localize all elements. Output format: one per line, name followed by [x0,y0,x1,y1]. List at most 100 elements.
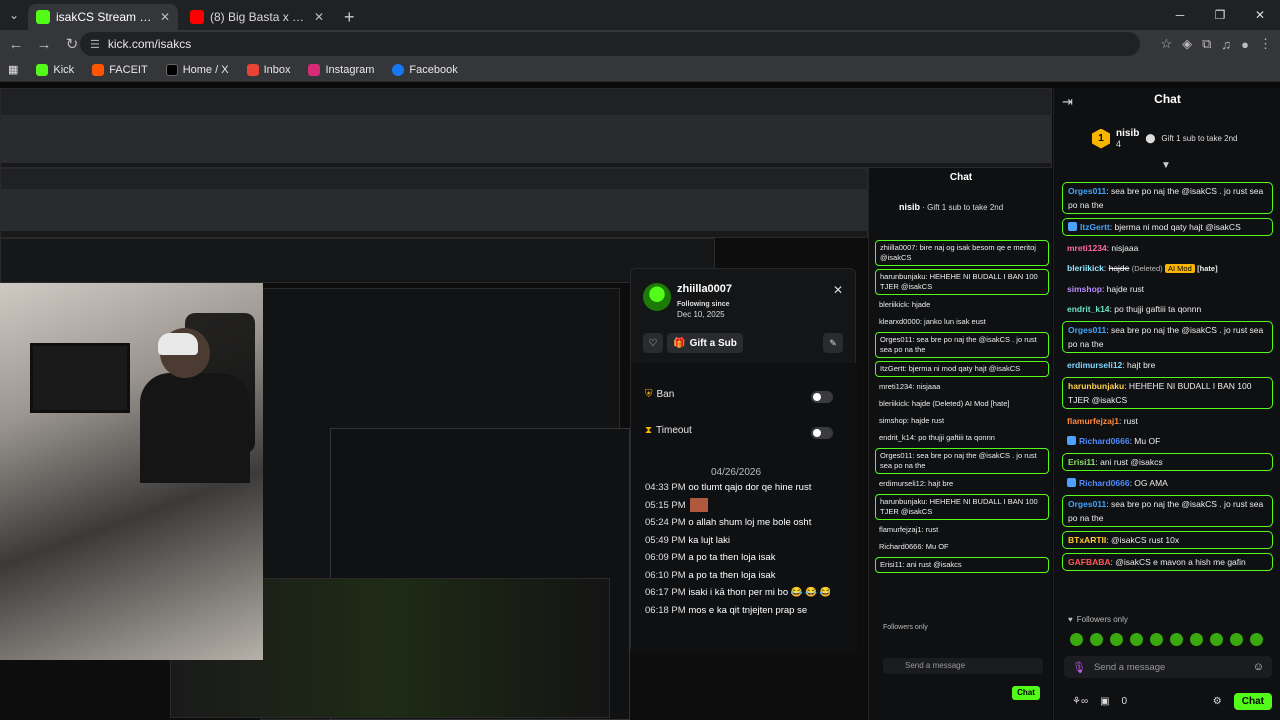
close-window-icon[interactable]: ✕ [1240,0,1280,30]
emote-icon[interactable] [1230,633,1243,646]
apps-grid-icon[interactable]: ▦ [8,63,18,76]
emote-icon[interactable] [1210,633,1223,646]
extensions-puzzle-icon[interactable]: ⧉ [1202,36,1211,52]
emoji-icon[interactable]: ☺ [1253,661,1264,673]
chat-message: erdimurseli12: hajt bre [1062,357,1273,373]
chat-username[interactable]: Richard0666 [1079,478,1130,488]
nested-browser-frame-3 [0,238,715,283]
pinned-count: 4 [1116,139,1122,149]
chat-username[interactable]: Orges011 [1068,325,1106,335]
avatar [643,283,671,311]
emote-icon[interactable] [1250,633,1263,646]
gift-icon: ⬤ [1145,133,1156,143]
nested-followers-only: Followers only [883,624,928,631]
mic-icon[interactable]: 🎙 [1072,661,1086,674]
menu-icon[interactable]: ⋮ [1259,36,1272,52]
bookmark-instagram[interactable]: Instagram [308,63,374,76]
chat-username[interactable]: bleriikick [1067,263,1104,273]
points-icon[interactable]: ⚘∞ [1072,696,1088,707]
emote-bar [1070,633,1263,646]
gift-sub-button[interactable]: 🎁 Gift a Sub [667,333,743,353]
bookmark-faceit[interactable]: FACEIT [92,63,148,76]
nested-chat-message: erdimurseli12: hajt bre [879,479,954,488]
emote-icon[interactable] [1130,633,1143,646]
emote-icon[interactable] [1150,633,1163,646]
chat-input-placeholder: Send a message [1093,661,1166,673]
tab-search-icon[interactable]: ⌄ [0,0,28,30]
nested-chat-button[interactable]: Chat [1012,686,1040,700]
scroll-down-icon[interactable]: ▼ [1161,160,1171,171]
chat-username[interactable]: Orges011 [1068,499,1106,509]
bookmark-star-icon[interactable]: ☆ [1160,36,1172,52]
emote-icon[interactable] [1190,633,1203,646]
bookmark-kick[interactable]: Kick [36,63,74,76]
bookmark-x[interactable]: Home / X [165,63,229,76]
profile-icon[interactable]: ● [1241,37,1249,52]
send-chat-button[interactable]: Chat [1233,692,1272,710]
site-info-icon[interactable]: ☰ [90,38,100,51]
ban-toggle[interactable] [811,391,833,403]
chat-username[interactable]: flamurfejzaj1 [1067,416,1119,426]
emote-icon[interactable] [1070,633,1083,646]
chat-username[interactable]: Orges011 [1068,186,1106,196]
chat-username[interactable]: endrit_k14 [1067,304,1110,314]
kick-icon [36,10,50,24]
chat-text: : @isakCS rust 10x [1106,535,1180,545]
close-tab-icon[interactable]: ✕ [314,10,324,24]
back-icon[interactable]: ← [4,32,28,56]
nested-chat-input[interactable]: Send a message [883,658,1043,674]
close-icon[interactable]: ✕ [833,283,843,297]
emote-icon[interactable] [1170,633,1183,646]
nested-chat-message: Orges011: sea bre po naj the @isakCS . j… [875,332,1049,358]
user-badge-icon [1068,222,1077,231]
close-tab-icon[interactable]: ✕ [160,10,170,24]
chat-text: : @isakCS e mavon a hish me gafin [1110,557,1246,567]
chat-username[interactable]: harunbunjaku [1068,381,1124,391]
emote-icon[interactable] [1110,633,1123,646]
extension-icon[interactable]: ◈ [1182,36,1192,52]
tab-title: (8) Big Basta x Lyrical Son x MC [210,10,308,24]
heart-icon[interactable]: ♡ [643,333,663,353]
emote-icon[interactable] [1090,633,1103,646]
tab-kick-stream[interactable]: isakCS Stream - Watch Live on Kick ✕ [28,4,178,30]
chat-username[interactable]: ItzGertt [1080,222,1110,232]
log-text: mos e ka qit tnjejten prap se [688,604,808,616]
chat-username[interactable]: simshop [1067,284,1102,294]
bookmark-gmail[interactable]: Inbox [246,63,290,76]
log-line: 06:18 PM mos e ka qit tnjejten prap se [645,602,830,620]
forward-icon[interactable]: → [32,32,56,56]
window-controls: ─ ❐ ✕ [1160,0,1280,30]
chat-username[interactable]: erdimurseli12 [1067,360,1122,370]
chat-footer: ⚘∞ ▣ 0 ⚙ Chat [1072,691,1272,711]
log-line: 06:10 PM a po ta then loja isak [645,567,830,585]
new-tab-button[interactable]: + [336,4,363,30]
nested-chat-message: Richard0666: Mu OF [879,542,949,551]
pinned-gifter[interactable]: 1 nisib 4 ⬤ Gift 1 sub to take 2nd [1092,128,1237,149]
chat-username[interactable]: mreti1234 [1067,243,1107,253]
chat-username[interactable]: Erisi11 [1068,457,1095,467]
chat-panel: ⇥ Chat 1 nisib 4 ⬤ Gift 1 sub to take 2n… [1053,88,1280,720]
pinned-user: nisib [899,202,921,212]
chat-username[interactable]: BTxARTII [1068,535,1106,545]
address-bar[interactable]: ☰ kick.com/isakcs [80,32,1140,56]
chat-username[interactable]: Richard0666 [1079,436,1130,446]
nested-message-list: zhiilla0007: bire naj og isak besom qe e… [875,240,1049,576]
nested-chat-message: klearxd0000: janko lun isak eust [879,317,986,326]
media-icon[interactable]: ♫ [1221,37,1231,52]
log-time: 06:17 PM [645,587,686,598]
mic-icon[interactable]: ✎ [823,333,843,353]
settings-gear-icon[interactable]: ⚙ [1213,696,1222,707]
tab-youtube[interactable]: (8) Big Basta x Lyrical Son x MC ✕ [182,4,332,30]
chat-input[interactable]: 🎙 Send a message ☺ [1064,656,1272,678]
log-time: 05:15 PM [645,499,686,511]
maximize-icon[interactable]: ❐ [1200,0,1240,30]
facebook-icon [392,63,405,76]
timeout-toggle[interactable] [811,427,833,439]
log-text: a po ta then loja isak [688,569,776,581]
minimize-icon[interactable]: ─ [1160,0,1200,30]
log-line: 05:15 PM [645,497,830,515]
log-text: o allah shum loj me bole osht [688,517,812,528]
bookmark-facebook[interactable]: Facebook [392,63,458,76]
chat-username[interactable]: GAFBABA [1068,557,1111,567]
chat-text: : bjerma ni mod qaty hajt @isakCS [1109,222,1241,232]
